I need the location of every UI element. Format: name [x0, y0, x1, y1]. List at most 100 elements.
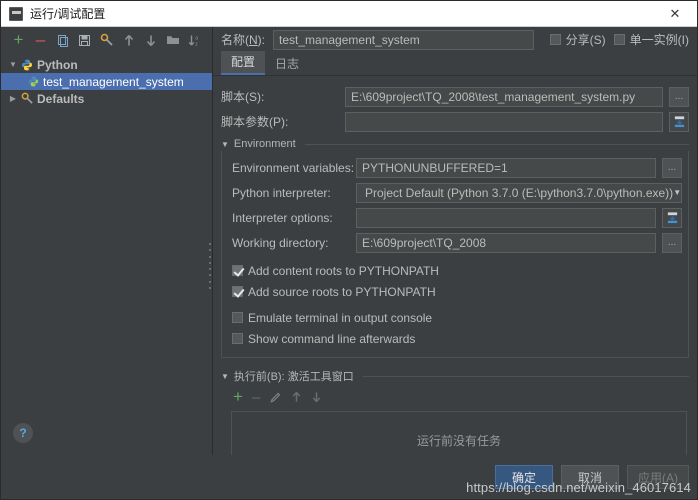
chevron-down-icon[interactable]: ▼ [221, 372, 229, 381]
editor-tabs: 配置 日志 [213, 51, 697, 77]
script-row: 脚本(S): E:\609project\TQ_2008\test_manage… [221, 84, 689, 109]
interpreter-options-input[interactable] [356, 207, 656, 228]
help-button[interactable]: ? [13, 423, 33, 443]
add-source-roots-checkbox-box[interactable] [232, 286, 243, 298]
apply-button[interactable]: 应用(A) [627, 465, 689, 489]
move-task-up-button[interactable] [291, 391, 302, 403]
share-checkbox[interactable]: 分享(S) [549, 31, 606, 48]
script-parameters-expand-icon[interactable] [669, 111, 689, 132]
tree-node-label: test_management_system [43, 74, 184, 89]
remove-task-button[interactable]: – [252, 389, 260, 406]
edit-task-pencil-icon[interactable] [269, 391, 282, 404]
tab-configuration[interactable]: 配置 [221, 51, 266, 76]
dialog-footer: 确定 取消 应用(A) https://blog.csdn.net/weixin… [1, 455, 697, 499]
before-launch-task-list[interactable]: 运行前没有任务 [231, 411, 687, 455]
before-launch-group: ▼ 执行前(B): 激活工具窗口 + – 运行前没有任务 [221, 368, 689, 455]
close-icon[interactable]: ✕ [653, 1, 697, 26]
splitter-grip[interactable] [208, 243, 212, 289]
chevron-down-icon[interactable]: ▼ [7, 60, 19, 69]
python-interpreter-select[interactable]: Project Default (Python 3.7.0 (E:\python… [356, 182, 682, 203]
single-instance-checkbox-box[interactable] [613, 34, 625, 46]
python-icon [19, 59, 35, 71]
remove-configuration-button[interactable]: – [31, 30, 50, 50]
configurations-toolbar: + – a z [1, 27, 212, 53]
move-up-button[interactable] [119, 31, 138, 50]
configurations-panel: + – a z ▼ Python test_management_system … [1, 27, 213, 455]
add-source-roots-label: Add source roots to PYTHONPATH [248, 284, 436, 299]
run-debug-configurations-dialog: 运行/调试配置 ✕ + – a z ▼ Python test_manageme… [0, 0, 698, 500]
save-configuration-button[interactable] [75, 31, 94, 50]
new-folder-icon[interactable] [163, 31, 182, 50]
working-directory-row: Working directory: E:\609project\TQ_2008… [232, 230, 682, 255]
script-input[interactable]: E:\609project\TQ_2008\test_management_sy… [345, 86, 663, 107]
chevron-down-icon[interactable]: ▼ [221, 140, 229, 149]
window-title: 运行/调试配置 [30, 7, 106, 21]
show-command-line-checkbox-box[interactable] [232, 333, 243, 345]
title-bar: 运行/调试配置 ✕ [1, 1, 697, 27]
configuration-editor: 名称(N): test_management_system 分享(S) 单一实例… [213, 27, 697, 455]
script-browse-button[interactable]: ... [669, 86, 689, 107]
environment-variables-row: Environment variables: PYTHONUNBUFFERED=… [232, 155, 682, 180]
show-command-line-checkbox[interactable]: Show command line afterwards [232, 328, 682, 349]
environment-variables-input[interactable]: PYTHONUNBUFFERED=1 [356, 157, 656, 178]
single-instance-checkbox[interactable]: 单一实例(I) [613, 31, 689, 48]
python-interpreter-row: Python interpreter: Project Default (Pyt… [232, 180, 682, 205]
sort-configurations-button[interactable]: az [185, 31, 204, 50]
configuration-form: 脚本(S): E:\609project\TQ_2008\test_manage… [213, 76, 697, 455]
run-debug-icon [9, 6, 23, 21]
group-divider [304, 143, 689, 145]
working-directory-input[interactable]: E:\609project\TQ_2008 [356, 232, 656, 253]
tree-node-python[interactable]: ▼ Python [1, 56, 212, 73]
tree-node-test-management-system[interactable]: test_management_system [1, 73, 212, 90]
environment-group-title: Environment [233, 138, 296, 151]
emulate-terminal-label: Emulate terminal in output console [248, 310, 433, 325]
script-parameters-row: 脚本参数(P): [221, 109, 689, 134]
tab-logs[interactable]: 日志 [265, 53, 309, 75]
help-area: ? [1, 411, 212, 455]
tree-node-label: Defaults [37, 91, 85, 106]
environment-variables-browse-button[interactable]: ... [662, 157, 682, 178]
name-label: 名称(N): [221, 33, 266, 48]
add-task-button[interactable]: + [233, 387, 243, 407]
python-interpreter-value: Project Default (Python 3.7.0 (E:\python… [365, 185, 674, 200]
add-content-roots-label: Add content roots to PYTHONPATH [248, 263, 439, 278]
cancel-button[interactable]: 取消 [561, 465, 619, 489]
emulate-terminal-checkbox[interactable]: Emulate terminal in output console [232, 307, 682, 328]
add-content-roots-checkbox[interactable]: Add content roots to PYTHONPATH [232, 260, 682, 281]
interpreter-options-label: Interpreter options: [232, 210, 333, 225]
script-parameters-input[interactable] [345, 111, 663, 132]
ok-button[interactable]: 确定 [495, 465, 553, 489]
environment-variables-label: Environment variables: [232, 160, 355, 175]
configurations-tree[interactable]: ▼ Python test_management_system ▶ Defaul… [1, 53, 212, 411]
add-content-roots-checkbox-box[interactable] [232, 265, 243, 277]
move-task-down-button[interactable] [311, 391, 322, 403]
share-checkbox-box[interactable] [549, 34, 561, 46]
python-interpreter-label: Python interpreter: [232, 185, 331, 200]
add-source-roots-checkbox[interactable]: Add source roots to PYTHONPATH [232, 281, 682, 302]
copy-configuration-button[interactable] [53, 31, 72, 50]
edit-defaults-wrench-icon[interactable] [97, 31, 116, 50]
before-launch-empty-text: 运行前没有任务 [416, 433, 501, 448]
group-divider [362, 375, 689, 377]
svg-text:z: z [195, 41, 198, 47]
interpreter-options-row: Interpreter options: [232, 205, 682, 230]
script-label: 脚本(S): [221, 90, 265, 105]
show-command-line-label: Show command line afterwards [248, 331, 416, 346]
chevron-down-icon[interactable]: ▼ [673, 184, 681, 202]
environment-group: ▼ Environment Environment variables: PYT… [221, 138, 689, 359]
before-launch-header[interactable]: ▼ 执行前(B): 激活工具窗口 [221, 368, 689, 384]
environment-group-body: Environment variables: PYTHONUNBUFFERED=… [221, 151, 689, 359]
tree-node-defaults[interactable]: ▶ Defaults [1, 90, 212, 107]
add-configuration-button[interactable]: + [9, 30, 28, 50]
name-row: 名称(N): test_management_system 分享(S) 单一实例… [213, 27, 697, 52]
before-launch-title: 执行前(B): 激活工具窗口 [233, 371, 354, 384]
wrench-icon [19, 92, 35, 105]
chevron-right-icon[interactable]: ▶ [7, 94, 19, 103]
emulate-terminal-checkbox-box[interactable] [232, 312, 243, 324]
working-directory-browse-button[interactable]: ... [662, 232, 682, 253]
interpreter-options-expand-icon[interactable] [662, 207, 682, 228]
environment-group-header[interactable]: ▼ Environment [221, 138, 689, 150]
name-input[interactable]: test_management_system [273, 29, 534, 50]
move-down-button[interactable] [141, 31, 160, 50]
python-file-icon [25, 76, 41, 87]
